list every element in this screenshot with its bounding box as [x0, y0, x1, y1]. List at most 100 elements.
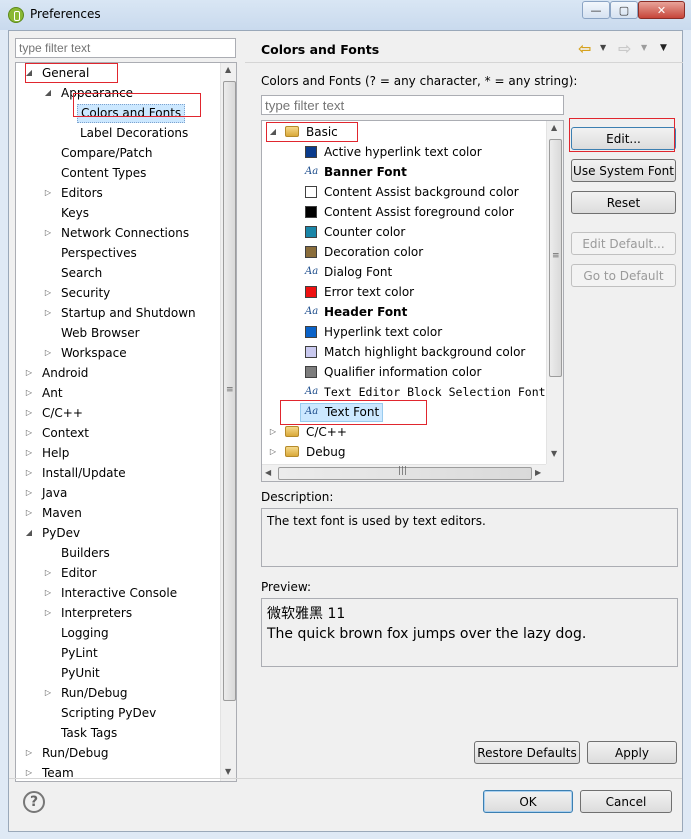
use-system-font-button[interactable]: Use System Font [571, 159, 676, 182]
apply-button[interactable]: Apply [587, 741, 677, 764]
tree-item[interactable]: Colors and Fonts [16, 103, 219, 123]
collapsed-arrow-icon[interactable]: ▷ [43, 603, 53, 623]
tree-item[interactable]: ▷ Maven [16, 503, 219, 523]
setting-row[interactable]: Aa Text Editor Block Selection Font [262, 382, 546, 402]
collapsed-arrow-icon[interactable]: ▷ [268, 422, 278, 442]
collapsed-arrow-icon[interactable]: ▷ [43, 223, 53, 243]
scroll-left-arrow-icon[interactable]: ◀ [265, 468, 271, 477]
tree-item[interactable]: ▷ Network Connections [16, 223, 219, 243]
scroll-up-arrow-icon[interactable]: ▲ [225, 65, 231, 74]
tree-item[interactable]: ▷ Context [16, 423, 219, 443]
collapsed-arrow-icon[interactable]: ▷ [268, 442, 278, 462]
tree-item[interactable]: Search [16, 263, 219, 283]
collapsed-arrow-icon[interactable]: ▷ [43, 303, 53, 323]
scroll-up-arrow-icon[interactable]: ▲ [551, 123, 557, 132]
left-tree-scrollbar[interactable]: ▲ ≡ ▼ [220, 63, 236, 781]
tree-item[interactable]: ▷ Help [16, 443, 219, 463]
cancel-button[interactable]: Cancel [580, 790, 672, 813]
collapsed-arrow-icon[interactable]: ▷ [43, 283, 53, 303]
expanded-arrow-icon[interactable]: ◢ [268, 122, 278, 142]
setting-row[interactable]: Aa Header Font [262, 302, 545, 322]
colors-tree-hscrollbar[interactable]: ◀ ||| ▶ [262, 464, 563, 481]
tree-item[interactable]: ▷ Startup and Shutdown [16, 303, 219, 323]
tree-item[interactable]: ▷ Security [16, 283, 219, 303]
tree-item[interactable]: ▷ Ant [16, 383, 219, 403]
ok-button[interactable]: OK [483, 790, 573, 813]
expanded-arrow-icon[interactable]: ◢ [24, 63, 34, 83]
tree-item[interactable]: ▷ C/C++ [16, 403, 219, 423]
scroll-right-arrow-icon[interactable]: ▶ [535, 468, 541, 477]
tree-item[interactable]: Logging [16, 623, 219, 643]
collapsed-arrow-icon[interactable]: ▷ [43, 183, 53, 203]
collapsed-arrow-icon[interactable]: ▷ [24, 743, 34, 763]
back-arrow-icon[interactable]: ⇦ [578, 39, 591, 58]
collapsed-arrow-icon[interactable]: ▷ [24, 483, 34, 503]
setting-row[interactable]: Text Font Aa [262, 402, 545, 422]
expanded-arrow-icon[interactable]: ◢ [24, 523, 34, 543]
collapsed-arrow-icon[interactable]: ▷ [24, 503, 34, 523]
tree-item[interactable]: Task Tags [16, 723, 219, 743]
category-row[interactable]: ▷ Debug [262, 442, 545, 462]
setting-row[interactable]: Counter color [262, 222, 545, 242]
tree-item[interactable]: Compare/Patch [16, 143, 219, 163]
expanded-arrow-icon[interactable]: ◢ [43, 83, 53, 103]
forward-arrow-icon[interactable]: ⇨ [618, 39, 631, 58]
tree-item[interactable]: PyLint [16, 643, 219, 663]
colors-filter-input[interactable] [261, 95, 564, 115]
tree-item[interactable]: Perspectives [16, 243, 219, 263]
collapsed-arrow-icon[interactable]: ▷ [24, 403, 34, 423]
tree-item[interactable]: Scripting PyDev [16, 703, 219, 723]
setting-row[interactable]: Decoration color [262, 242, 545, 262]
tree-item[interactable]: PyUnit [16, 663, 219, 683]
tree-item[interactable]: ◢ Appearance [16, 83, 219, 103]
category-row[interactable]: ▷ C/C++ [262, 422, 545, 442]
left-filter-input[interactable] [15, 38, 236, 58]
tree-item[interactable]: ◢ General [16, 63, 219, 83]
scroll-down-arrow-icon[interactable]: ▼ [225, 767, 231, 776]
tree-item[interactable]: ▷ Editors [16, 183, 219, 203]
collapsed-arrow-icon[interactable]: ▷ [24, 463, 34, 483]
reset-button[interactable]: Reset [571, 191, 676, 214]
tree-item[interactable]: ▷ Run/Debug [16, 743, 219, 763]
tree-item[interactable]: Label Decorations [16, 123, 219, 143]
collapsed-arrow-icon[interactable]: ▷ [43, 683, 53, 703]
view-menu-icon[interactable]: ▼ [660, 43, 667, 53]
scroll-down-arrow-icon[interactable]: ▼ [551, 449, 557, 458]
tree-item[interactable]: ▷ Android [16, 363, 219, 383]
setting-row[interactable]: Content Assist background color [262, 182, 545, 202]
collapsed-arrow-icon[interactable]: ▷ [43, 583, 53, 603]
collapsed-arrow-icon[interactable]: ▷ [24, 423, 34, 443]
collapsed-arrow-icon[interactable]: ▷ [43, 563, 53, 583]
colors-tree-vscrollbar[interactable]: ▲ ≡ ▼ [546, 121, 563, 464]
collapsed-arrow-icon[interactable]: ▷ [24, 763, 34, 781]
collapsed-arrow-icon[interactable]: ▷ [24, 443, 34, 463]
tree-item[interactable]: ▷ Editor [16, 563, 219, 583]
setting-row[interactable]: Active hyperlink text color [262, 142, 545, 162]
collapsed-arrow-icon[interactable]: ▷ [24, 383, 34, 403]
tree-item[interactable]: Web Browser [16, 323, 219, 343]
tree-item[interactable]: ▷ Interactive Console [16, 583, 219, 603]
setting-row[interactable]: Error text color [262, 282, 545, 302]
edit-button[interactable]: Edit... [571, 127, 676, 150]
forward-dropdown-icon[interactable]: ▼ [641, 43, 647, 52]
setting-row[interactable]: Aa Dialog Font [262, 262, 545, 282]
maximize-button[interactable]: ▢ [610, 1, 638, 19]
tree-item[interactable]: ▷ Team [16, 763, 219, 781]
setting-row[interactable]: Aa Banner Font [262, 162, 545, 182]
setting-row[interactable]: Match highlight background color [262, 342, 545, 362]
tree-item[interactable]: ◢ PyDev [16, 523, 219, 543]
tree-item[interactable]: ▷ Workspace [16, 343, 219, 363]
category-row[interactable]: ◢ Basic [262, 122, 545, 142]
setting-row[interactable]: Content Assist foreground color [262, 202, 545, 222]
tree-item[interactable]: ▷ Install/Update [16, 463, 219, 483]
collapsed-arrow-icon[interactable]: ▷ [24, 363, 34, 383]
minimize-button[interactable]: — [582, 1, 610, 19]
tree-item[interactable]: Keys [16, 203, 219, 223]
setting-row[interactable]: Hyperlink text color [262, 322, 545, 342]
help-icon[interactable]: ? [23, 791, 45, 813]
setting-row[interactable]: Qualifier information color [262, 362, 545, 382]
close-button[interactable]: ✕ [638, 1, 685, 19]
tree-item[interactable]: ▷ Interpreters [16, 603, 219, 623]
tree-item[interactable]: Builders [16, 543, 219, 563]
collapsed-arrow-icon[interactable]: ▷ [43, 343, 53, 363]
